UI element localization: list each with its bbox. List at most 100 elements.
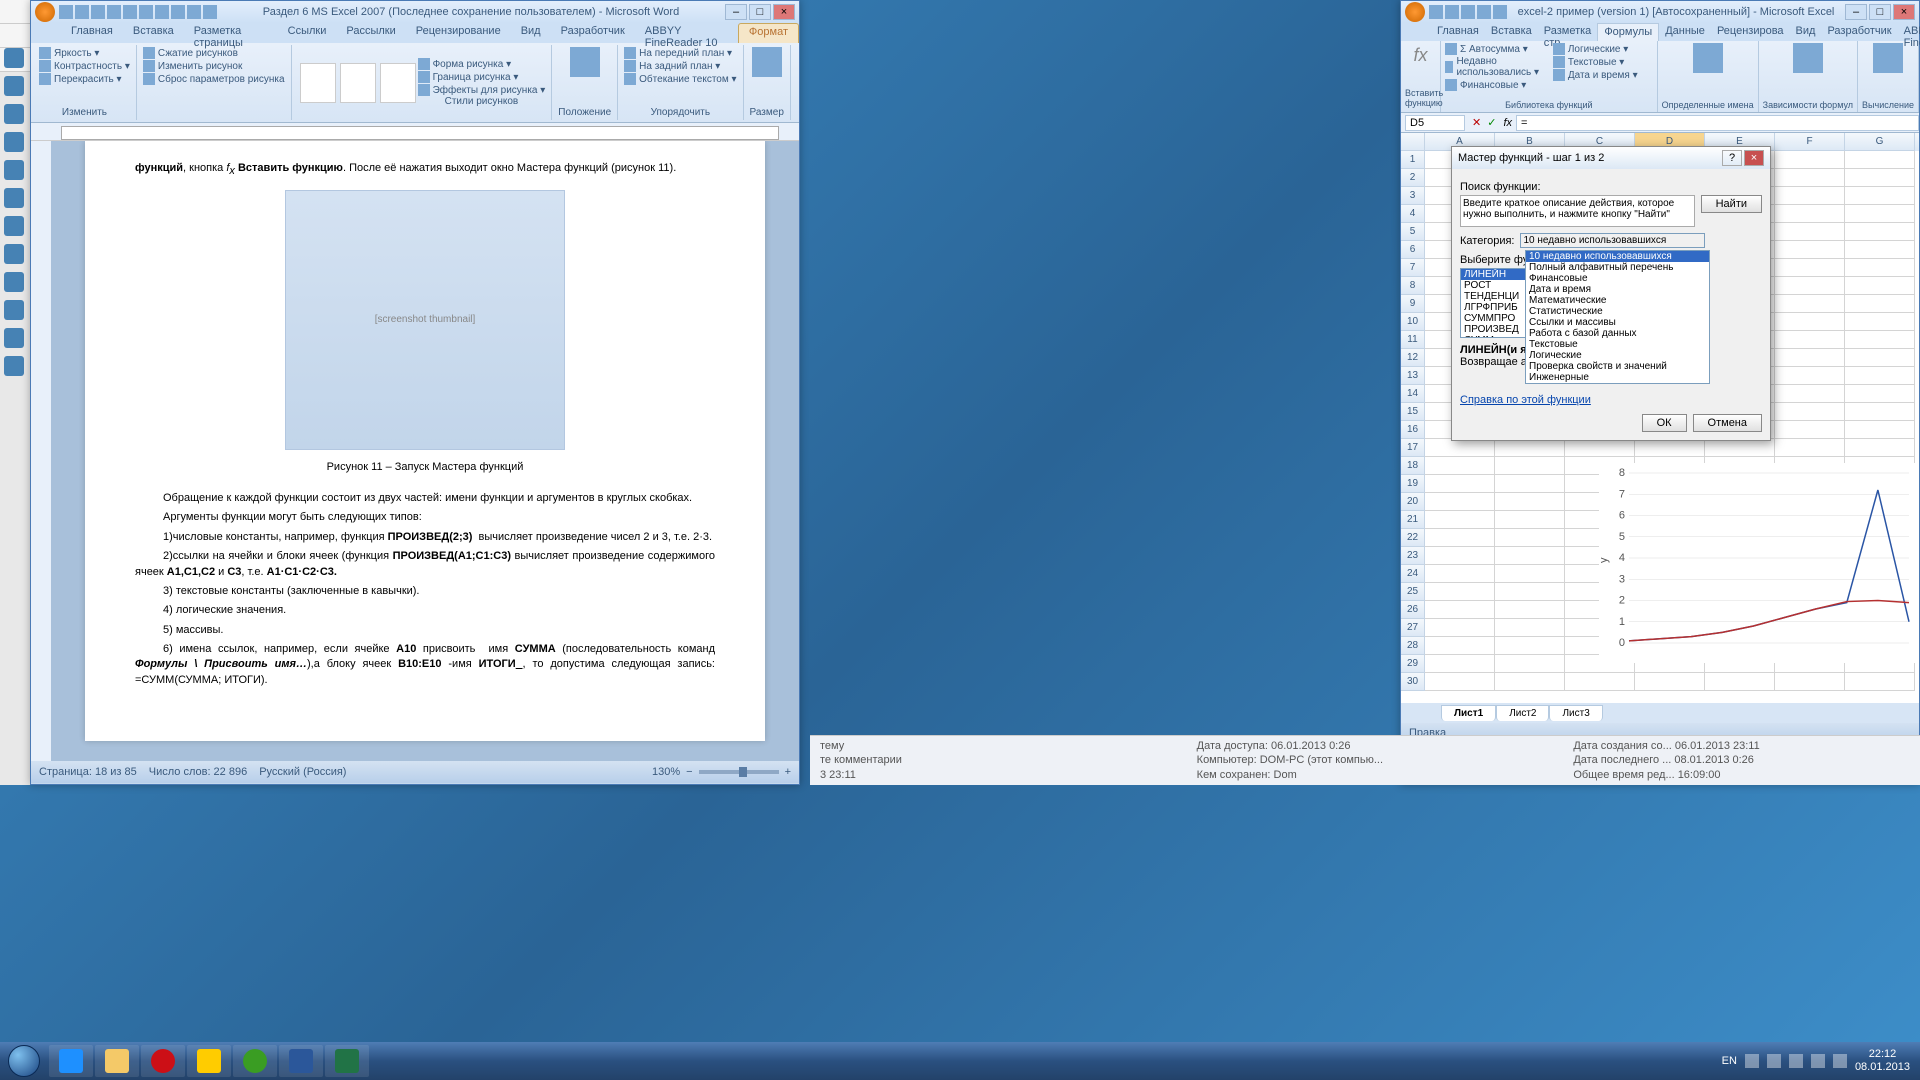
close-button[interactable]: × [1893, 4, 1915, 20]
position-icon[interactable] [570, 47, 600, 77]
column-header[interactable]: G [1845, 133, 1915, 151]
cell[interactable] [1845, 313, 1915, 331]
cell[interactable] [1425, 583, 1495, 601]
dialog-close-button[interactable]: × [1744, 150, 1764, 166]
help-button[interactable]: ? [1722, 150, 1742, 166]
contrast-button[interactable]: Контрастность ▾ [39, 60, 130, 72]
cell[interactable] [1775, 277, 1845, 295]
cell[interactable] [1565, 439, 1635, 457]
category-item[interactable]: Логические [1526, 350, 1709, 361]
ribbon-tab[interactable]: Вид [1790, 23, 1822, 41]
horizontal-ruler[interactable] [31, 123, 799, 141]
taskbar-word-button[interactable] [279, 1045, 323, 1077]
quick-access-toolbar[interactable] [1429, 5, 1507, 19]
row-header[interactable]: 6 [1401, 241, 1425, 259]
ribbon-tab[interactable]: Вставка [1485, 23, 1538, 41]
cell[interactable] [1425, 493, 1495, 511]
cell[interactable] [1845, 331, 1915, 349]
taskbar-ie-button[interactable] [49, 1045, 93, 1077]
cell[interactable] [1775, 313, 1845, 331]
ribbon-tab[interactable]: Формулы [1597, 23, 1659, 41]
cell[interactable] [1635, 673, 1705, 691]
embedded-image[interactable]: [screenshot thumbnail] [285, 190, 565, 450]
row-header[interactable]: 30 [1401, 673, 1425, 691]
cell[interactable] [1495, 475, 1565, 493]
taskbar-yandex-button[interactable] [187, 1045, 231, 1077]
row-header[interactable]: 13 [1401, 367, 1425, 385]
category-item[interactable]: Полный алфавитный перечень [1526, 262, 1709, 273]
cell[interactable] [1635, 439, 1705, 457]
cell[interactable] [1775, 205, 1845, 223]
row-header[interactable]: 10 [1401, 313, 1425, 331]
row-header[interactable]: 8 [1401, 277, 1425, 295]
datetime-button[interactable]: Дата и время ▾ [1553, 69, 1653, 81]
document-page[interactable]: функций, кнопка fx Вставить функцию. Пос… [85, 141, 765, 741]
ribbon-group-calc[interactable]: Вычисление [1858, 41, 1919, 112]
cell[interactable] [1495, 529, 1565, 547]
cell[interactable] [1495, 619, 1565, 637]
status-lang[interactable]: Русский (Россия) [259, 766, 346, 778]
sheet-tab[interactable]: Лист1 [1441, 705, 1496, 721]
sheet-tab[interactable]: Лист3 [1549, 705, 1602, 721]
size-icon[interactable] [752, 47, 782, 77]
cell[interactable] [1845, 205, 1915, 223]
start-button[interactable] [0, 1042, 48, 1080]
cell[interactable] [1425, 619, 1495, 637]
cell[interactable] [1845, 367, 1915, 385]
ribbon-tab[interactable]: Формат [738, 23, 799, 43]
page-scrollarea[interactable]: функций, кнопка fx Вставить функцию. Пос… [51, 141, 799, 761]
cell[interactable] [1425, 475, 1495, 493]
send-back-button[interactable]: На задний план ▾ [624, 60, 736, 72]
reset-picture-button[interactable]: Сброс параметров рисунка [143, 73, 285, 85]
cell[interactable] [1425, 565, 1495, 583]
cell[interactable] [1425, 439, 1495, 457]
ribbon-tab[interactable]: Вставка [123, 23, 184, 43]
ribbon-tab[interactable]: ABBYY FineRe [1898, 23, 1920, 41]
column-header[interactable]: F [1775, 133, 1845, 151]
cell[interactable] [1775, 349, 1845, 367]
cell[interactable] [1845, 295, 1915, 313]
row-header[interactable]: 26 [1401, 601, 1425, 619]
logical-button[interactable]: Логические ▾ [1553, 43, 1653, 55]
office-button[interactable] [35, 2, 55, 22]
cell[interactable] [1425, 673, 1495, 691]
cell[interactable] [1495, 637, 1565, 655]
cell[interactable] [1845, 439, 1915, 457]
picture-style-thumb[interactable] [340, 63, 376, 103]
cell[interactable] [1495, 457, 1565, 475]
cell[interactable] [1495, 547, 1565, 565]
category-item[interactable]: Статистические [1526, 306, 1709, 317]
insert-function-button[interactable]: fx Вставить функцию [1401, 41, 1441, 112]
search-button[interactable]: Найти [1701, 195, 1762, 213]
row-header[interactable]: 21 [1401, 511, 1425, 529]
taskbar-explorer-button[interactable] [95, 1045, 139, 1077]
category-item[interactable]: Математические [1526, 295, 1709, 306]
cell[interactable] [1845, 385, 1915, 403]
row-header[interactable]: 18 [1401, 457, 1425, 475]
status-page[interactable]: Страница: 18 из 85 [39, 766, 137, 778]
zoom-slider[interactable] [699, 770, 779, 774]
vertical-ruler[interactable] [31, 141, 51, 761]
quick-access-toolbar[interactable] [59, 5, 217, 19]
row-header[interactable]: 7 [1401, 259, 1425, 277]
ribbon-tab[interactable]: Главная [61, 23, 123, 43]
cell[interactable] [1495, 511, 1565, 529]
cell[interactable] [1425, 547, 1495, 565]
tray-icon[interactable] [1811, 1054, 1825, 1068]
row-header[interactable]: 24 [1401, 565, 1425, 583]
cell[interactable] [1775, 367, 1845, 385]
cell[interactable] [1425, 655, 1495, 673]
office-button[interactable] [1405, 2, 1425, 22]
cell[interactable] [1845, 673, 1915, 691]
cell[interactable] [1775, 439, 1845, 457]
cell[interactable] [1705, 439, 1775, 457]
category-item[interactable]: Проверка свойств и значений [1526, 361, 1709, 372]
ribbon-tab[interactable]: Рецензирова [1711, 23, 1790, 41]
maximize-button[interactable]: □ [1869, 4, 1891, 20]
cell[interactable] [1845, 241, 1915, 259]
cell[interactable] [1775, 331, 1845, 349]
row-header[interactable]: 27 [1401, 619, 1425, 637]
help-link[interactable]: Справка по этой функции [1460, 394, 1591, 406]
row-header[interactable]: 2 [1401, 169, 1425, 187]
cell[interactable] [1705, 673, 1775, 691]
